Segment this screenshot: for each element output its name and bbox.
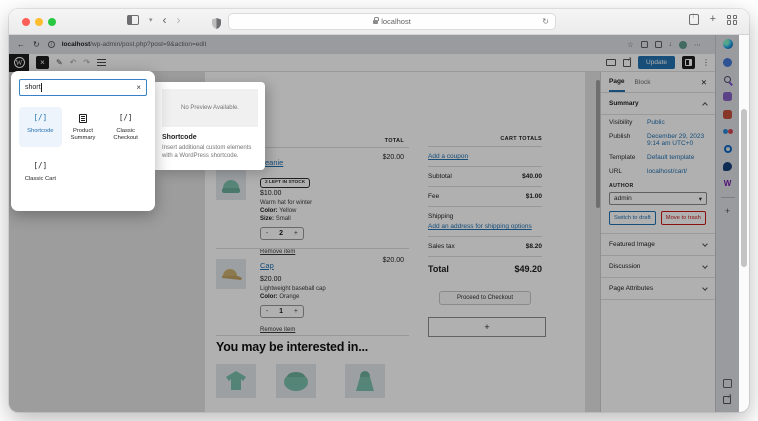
canvas-scrollbar[interactable] bbox=[596, 80, 600, 208]
forward-button[interactable]: › bbox=[177, 14, 181, 26]
privacy-shield-icon[interactable] bbox=[212, 16, 221, 34]
shortcode-icon: [/] bbox=[34, 113, 48, 124]
chevron-down-icon[interactable]: ▾ bbox=[149, 16, 153, 24]
back-button[interactable]: ‹ bbox=[163, 14, 167, 26]
reload-icon[interactable]: ↻ bbox=[542, 17, 549, 26]
address-text: localhost bbox=[381, 17, 411, 26]
close-window-button[interactable] bbox=[22, 18, 30, 26]
block-result-classic-checkout[interactable]: [/] Classic Checkout bbox=[104, 107, 147, 147]
block-preview-panel: No Preview Available. Shortcode Insert a… bbox=[155, 82, 265, 170]
product-summary-icon bbox=[79, 113, 87, 124]
traffic-lights bbox=[22, 18, 56, 26]
page-scrollbar[interactable] bbox=[739, 35, 749, 412]
text-caret bbox=[41, 83, 42, 92]
shortcode-icon: [/] bbox=[34, 161, 48, 172]
new-tab-button[interactable]: + bbox=[710, 14, 716, 25]
block-result-shortcode[interactable]: [/] Shortcode bbox=[19, 107, 62, 147]
address-bar[interactable]: localhost ↻ bbox=[228, 13, 556, 30]
block-search-input[interactable]: short × bbox=[19, 79, 147, 96]
remote-browser-view: ← ↻ i localhost/wp-admin/post.php?post=9… bbox=[9, 35, 749, 412]
clear-search-icon[interactable]: × bbox=[136, 83, 141, 92]
lock-icon bbox=[373, 20, 378, 24]
block-result-classic-cart[interactable]: [/] Classic Cart bbox=[19, 155, 62, 188]
zoom-window-button[interactable] bbox=[48, 18, 56, 26]
safari-toolbar: ▾ ‹ › localhost ↻ + bbox=[9, 9, 749, 35]
minimize-window-button[interactable] bbox=[35, 18, 43, 26]
browser-window: ▾ ‹ › localhost ↻ + ← ↻ i localhost/wp-a… bbox=[9, 9, 749, 412]
shortcode-icon: [/] bbox=[119, 113, 133, 124]
block-inserter-popup: short × [/] Shortcode Product Summary [/… bbox=[11, 71, 155, 211]
preview-title: Shortcode bbox=[162, 134, 258, 141]
share-icon[interactable] bbox=[689, 14, 699, 25]
block-result-product-summary[interactable]: Product Summary bbox=[62, 107, 105, 147]
preview-description: Insert additional custom elements with a… bbox=[162, 144, 258, 161]
scrollbar-thumb[interactable] bbox=[741, 109, 747, 267]
tab-overview-icon[interactable] bbox=[727, 15, 737, 25]
no-preview-text: No Preview Available. bbox=[162, 89, 258, 127]
sidebar-toggle-icon[interactable] bbox=[127, 15, 139, 25]
